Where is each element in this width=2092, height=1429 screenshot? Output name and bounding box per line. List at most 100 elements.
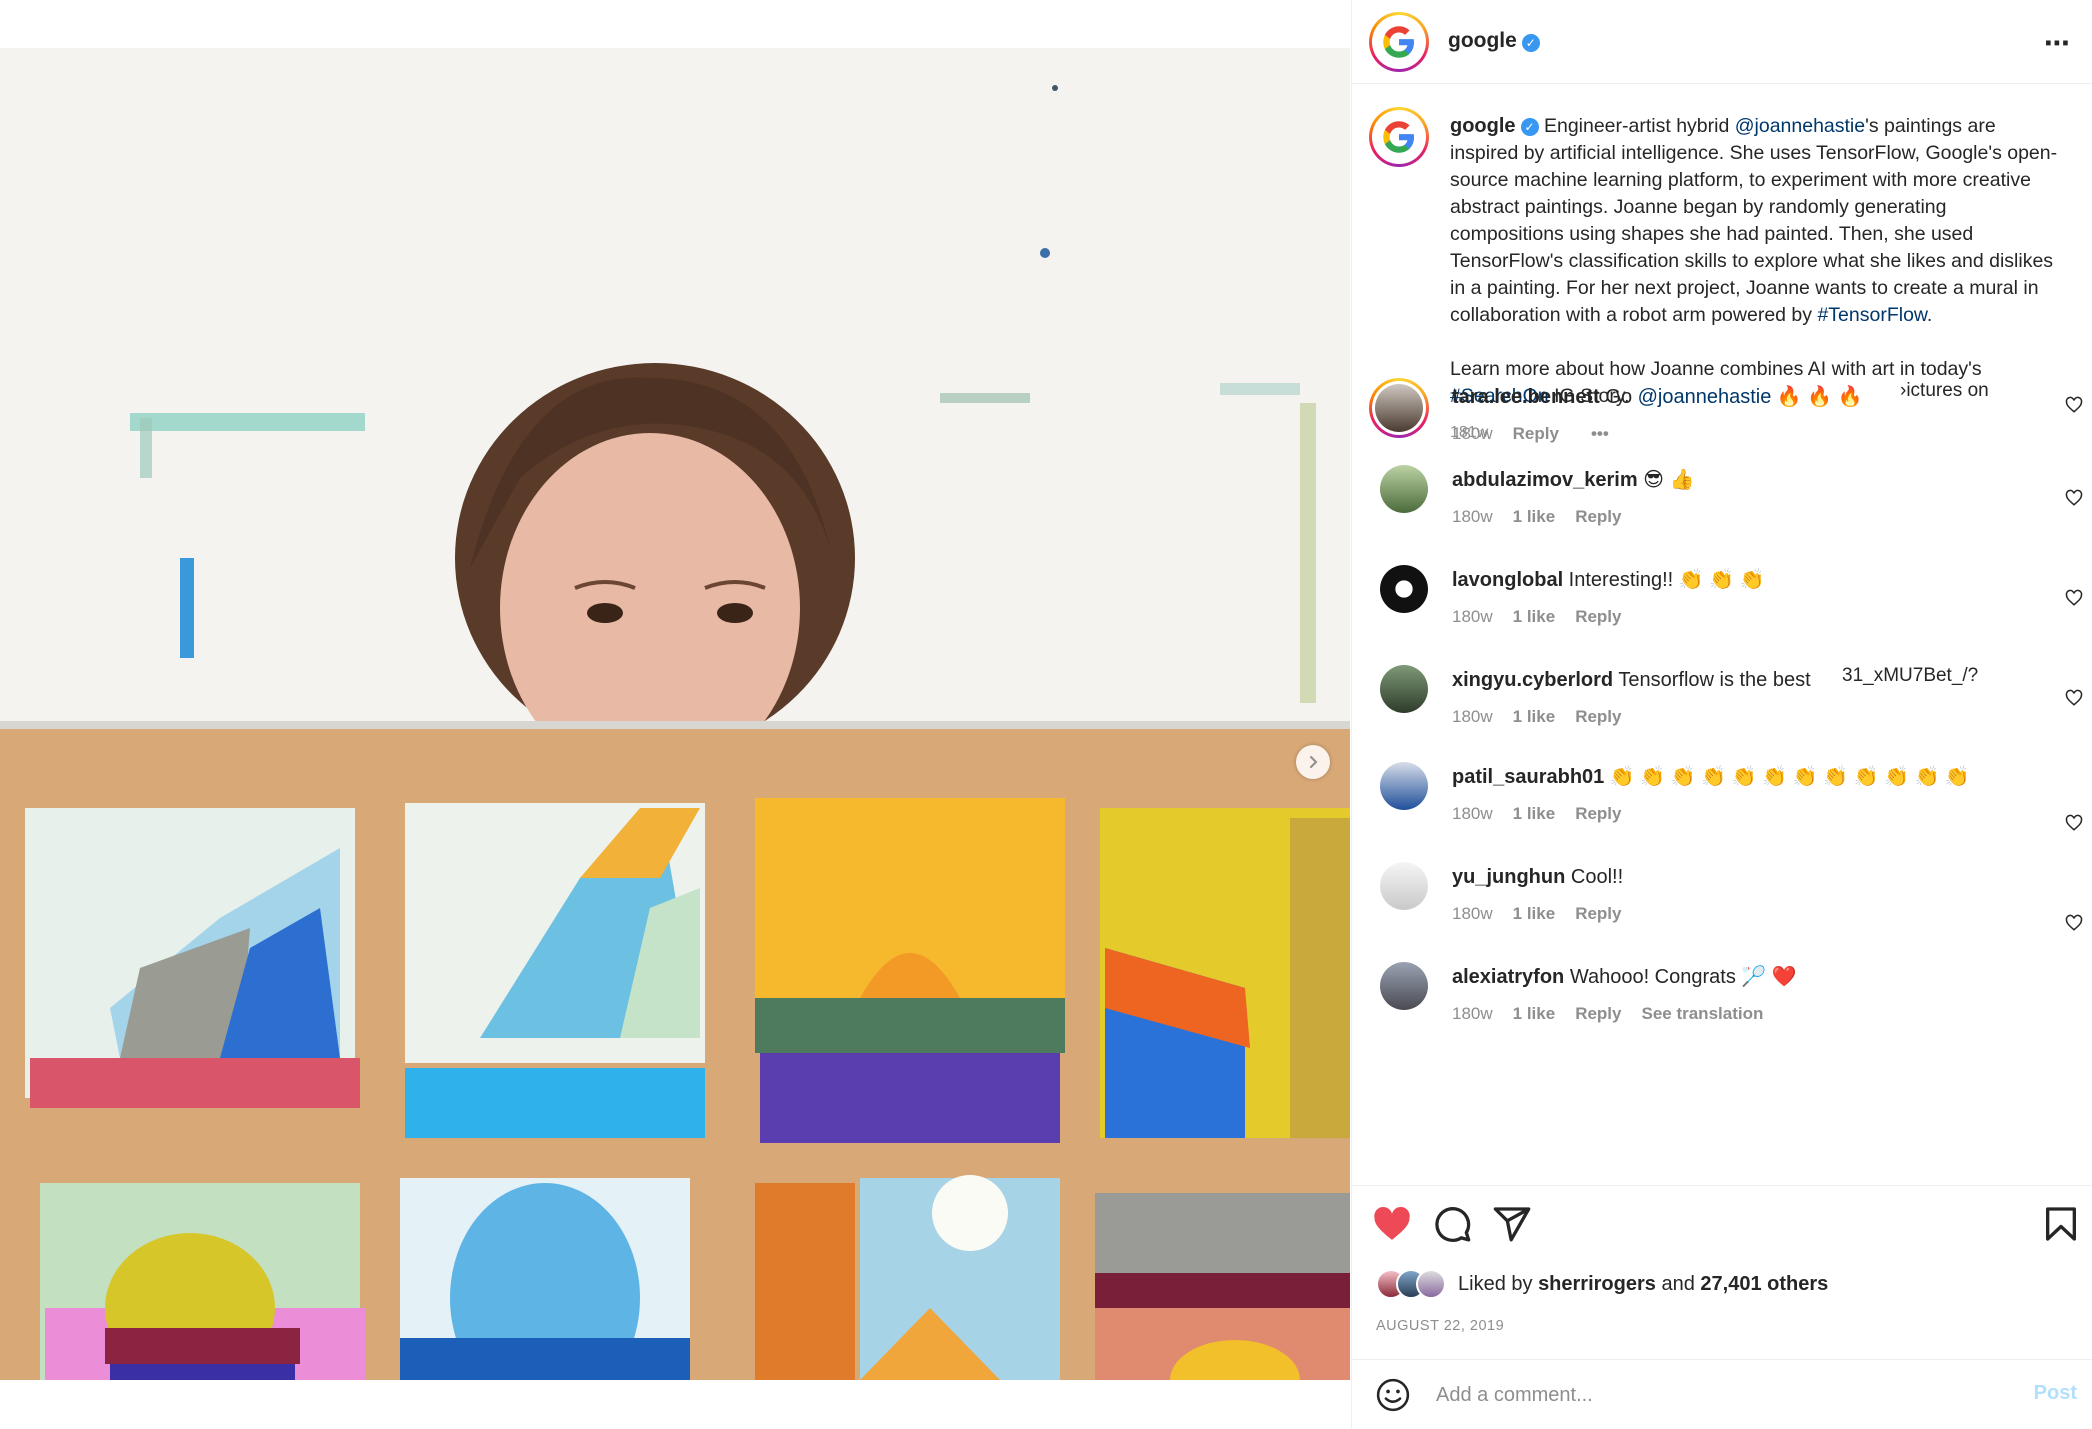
chevron-right-icon [1310,756,1318,768]
comment-likes-count[interactable]: 1 like [1513,904,1556,924]
comment-timestamp[interactable]: 180w [1452,507,1493,527]
comment-item: lavonglobal Interesting!! 👏 👏 👏 180w 1 l… [1352,565,2092,645]
comment-timestamp[interactable]: 180w [1452,904,1493,924]
comment-timestamp[interactable]: 180w [1452,707,1493,727]
comment-timestamp[interactable]: 180w [1452,607,1493,627]
comment-username[interactable]: patil_saurabh01 [1452,766,1604,788]
comment-item: abdulazimov_kerim 😎 👍 180w 1 like Reply [1352,465,2092,545]
comment-meta: 180w 1 like Reply [1452,707,1621,727]
comment-meta: 180w 1 like Reply [1452,804,1621,824]
account-avatar[interactable] [1369,12,1429,72]
likes-count-button[interactable]: 27,401 others [1700,1273,1828,1295]
comment-reply-button[interactable]: Reply [1575,804,1621,824]
caption-text: . [1926,304,1933,326]
comment-likes-count[interactable]: 1 like [1513,507,1556,527]
artwork-photo [0,48,1350,1380]
comment-reply-button[interactable]: Reply [1575,707,1621,727]
google-logo-icon [1383,26,1414,58]
comment-like-heart-icon[interactable] [2065,589,2083,607]
comment-username[interactable]: lavonglobal [1452,569,1563,591]
overlapping-text-fragment: ›ictures on [1900,380,1989,402]
comment-text: Wahooo! Congrats 🏸 ❤️ [1564,966,1797,988]
liker-username[interactable]: sherrirogers [1538,1273,1656,1295]
caption-avatar[interactable] [1369,107,1429,167]
post-comment-button[interactable]: Post [2034,1382,2077,1405]
comment-meta: 180w 1 like Reply [1452,904,1621,924]
likes-prefix: Liked by [1458,1272,1539,1295]
post-actions: Liked by sherrirogers and 27,401 others … [1352,1185,2092,1360]
caption-mention-link[interactable]: @joannehastie [1735,115,1865,137]
comment-item: patil_saurabh01 👏 👏 👏 👏 👏 👏 👏 👏 👏 👏 👏 👏 … [1352,762,2092,842]
hashtag-link[interactable]: #TensorFlow [1817,304,1926,326]
comment-reply-button[interactable]: Reply [1575,904,1621,924]
comment-like-heart-icon[interactable] [2065,396,2083,414]
comment-icon[interactable] [1432,1204,1472,1244]
comment-username[interactable]: tara.lee.bennett [1452,386,1600,408]
caption-text: Engineer-artist hybrid [1538,115,1735,137]
comment-input[interactable] [1436,1378,1976,1412]
comment-reply-button[interactable]: Reply [1575,1004,1621,1024]
commenter-avatar[interactable] [1380,565,1428,613]
comment-text: 🔥 🔥 🔥 [1771,386,1863,408]
comment-likes-count[interactable]: 1 like [1513,707,1556,727]
comment-item: alexiatryfon Wahooo! Congrats 🏸 ❤️ 180w … [1352,962,2092,1042]
comment-meta: 180w 1 like Reply [1452,607,1621,627]
more-options-icon[interactable]: ⋯ [2044,28,2071,59]
comment-text: Tensorflow is the best [1613,669,1811,691]
heart-icon[interactable] [1372,1204,1412,1244]
caption-text: Learn more about how Joanne combines AI … [1450,358,1982,380]
commenter-avatar[interactable] [1380,665,1428,713]
see-translation-button[interactable]: See translation [1641,1004,1763,1024]
comment-like-heart-icon[interactable] [2065,489,2083,507]
commenter-avatar[interactable] [1380,762,1428,810]
comment-timestamp[interactable]: 180w [1452,1004,1493,1024]
comment-timestamp[interactable]: 180w [1452,804,1493,824]
add-comment-bar: Post [1352,1359,2092,1429]
commenter-avatar[interactable] [1380,465,1428,513]
comment-timestamp[interactable]: 180w [1452,424,1493,444]
comment-like-heart-icon[interactable] [2065,814,2083,832]
likes-middle: and [1655,1272,1701,1295]
comment-username[interactable]: alexiatryfon [1452,966,1564,988]
likes-summary: Liked by sherrirogers and 27,401 others [1376,1269,1828,1299]
comment-reply-button[interactable]: Reply [1513,424,1559,444]
comment-text: Interesting!! 👏 👏 👏 [1563,569,1765,591]
comment-likes-count[interactable]: 1 like [1513,804,1556,824]
bookmark-icon[interactable] [2041,1204,2081,1244]
comment-reply-button[interactable]: Reply [1575,507,1621,527]
liker-avatar [1416,1269,1446,1299]
comments-scroll-area[interactable]: google ✓ Engineer-artist hybrid @joanneha… [1352,85,2092,1185]
comment-meta: 180w 1 like Reply [1452,507,1621,527]
emoji-icon[interactable] [1376,1378,1410,1412]
caption-username[interactable]: google [1450,115,1516,137]
google-logo-icon [1383,121,1414,153]
commenter-avatar[interactable] [1369,378,1429,438]
comment-item: xingyu.cyberlord Tensorflow is the best … [1352,665,2092,745]
comment-text: Cool!! [1565,866,1624,888]
comment-username[interactable]: yu_junghun [1452,866,1565,888]
comment-like-heart-icon[interactable] [2065,689,2083,707]
comment-mention-link[interactable]: @joannehastie [1638,386,1772,408]
post-date[interactable]: AUGUST 22, 2019 [1376,1318,1504,1334]
post-image[interactable] [0,48,1350,1380]
post-header: google ✓ ⋯ [1352,0,2092,84]
commenter-avatar[interactable] [1380,862,1428,910]
comment-likes-count[interactable]: 1 like [1513,1004,1556,1024]
comment-likes-count[interactable]: 1 like [1513,607,1556,627]
comment-username[interactable]: xingyu.cyberlord [1452,669,1613,691]
comment-text: 👏 👏 👏 👏 👏 👏 👏 👏 👏 👏 👏 👏 [1604,766,1970,788]
verified-badge-icon: ✓ [1521,33,1540,52]
comment-text: 😎 👍 [1637,469,1695,491]
comment-meta: 180w Reply ••• [1452,424,1609,444]
comment-username[interactable]: abdulazimov_kerim [1452,469,1638,491]
account-username[interactable]: google [1448,29,1517,52]
comment-more-icon[interactable]: ••• [1591,424,1609,444]
comment-meta: 180w 1 like Reply See translation [1452,1004,1763,1024]
comment-text: Go [1599,386,1638,408]
comment-item: yu_junghun Cool!! 180w 1 like Reply [1352,862,2092,942]
commenter-avatar[interactable] [1380,962,1428,1010]
next-image-button[interactable] [1296,745,1330,779]
comment-like-heart-icon[interactable] [2065,914,2083,932]
comment-reply-button[interactable]: Reply [1575,607,1621,627]
share-icon[interactable] [1492,1204,1532,1244]
